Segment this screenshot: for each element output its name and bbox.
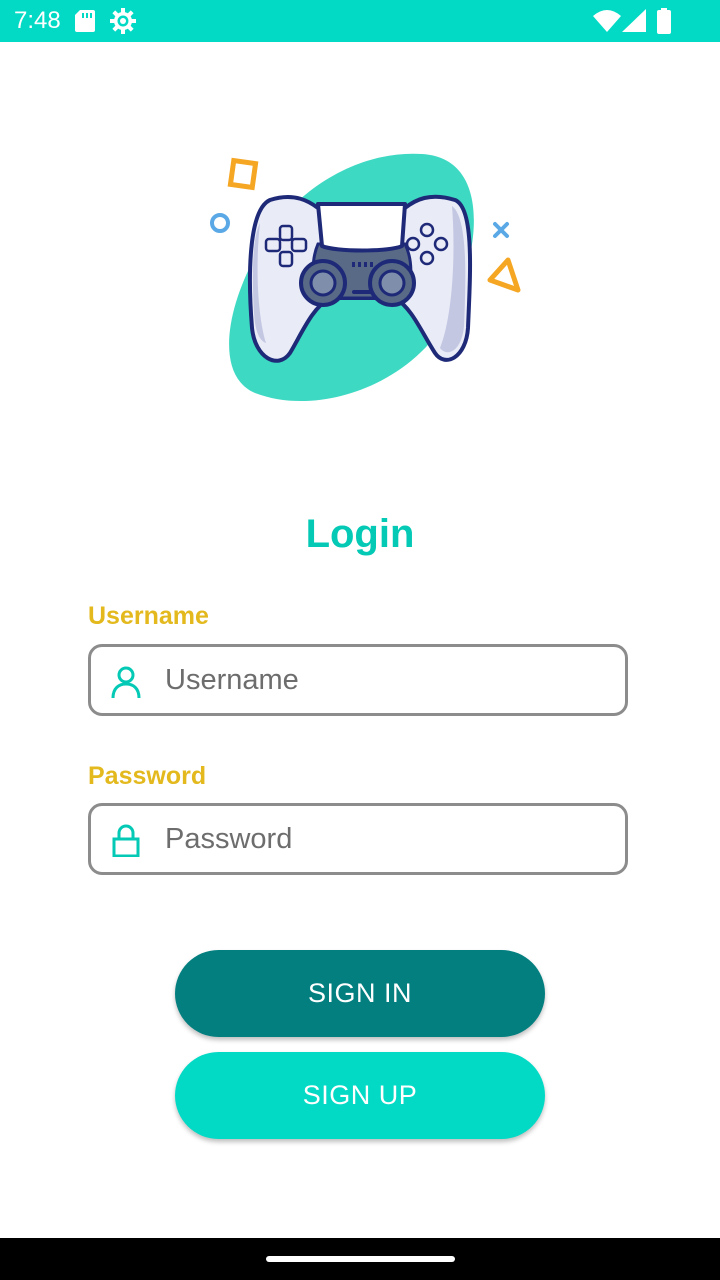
status-time: 7:48 — [14, 7, 61, 34]
settings-gear-icon — [110, 8, 136, 34]
battery-icon — [657, 8, 671, 34]
person-icon — [111, 666, 141, 699]
password-input[interactable] — [165, 806, 605, 872]
status-bar: 7:48 — [0, 0, 720, 42]
sd-card-icon — [75, 10, 95, 32]
triangle-shape-icon — [487, 257, 521, 293]
cross-shape-icon — [493, 222, 509, 238]
username-field[interactable] — [88, 644, 628, 716]
wifi-icon — [593, 10, 621, 32]
square-shape-icon — [227, 157, 259, 191]
sign-in-button[interactable]: SIGN IN — [175, 950, 545, 1037]
signal-icon — [622, 9, 646, 32]
game-controller-illustration — [210, 153, 521, 402]
circle-shape-icon — [210, 213, 230, 233]
password-field[interactable] — [88, 803, 628, 875]
navigation-bar — [0, 1238, 720, 1280]
username-input[interactable] — [165, 647, 605, 713]
login-title: Login — [305, 512, 415, 556]
home-gesture-handle[interactable] — [266, 1256, 455, 1262]
login-screen: 7:48 Login Username Username Password SI… — [0, 0, 720, 1280]
lock-icon — [112, 824, 140, 857]
username-label: Username — [88, 602, 209, 630]
sign-up-button[interactable]: SIGN UP — [175, 1052, 545, 1139]
password-label: Password — [88, 762, 207, 790]
